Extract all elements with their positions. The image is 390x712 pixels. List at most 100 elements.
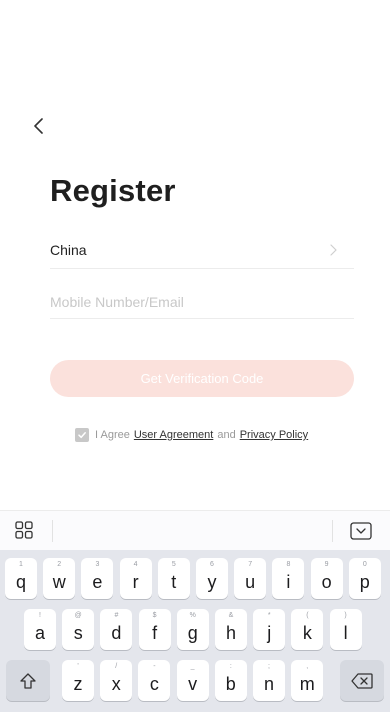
key-z[interactable]: ' z [62, 660, 94, 701]
key-label: j [267, 623, 272, 643]
key-label: o [321, 572, 332, 592]
account-field-row [50, 286, 354, 319]
key-secondary-label: 5 [171, 561, 176, 568]
key-label: v [188, 674, 198, 694]
key-secondary-label: & [228, 612, 234, 619]
agree-prefix: I Agree [95, 429, 130, 441]
key-m[interactable]: ,m [291, 660, 324, 701]
key-t[interactable]: 5t [157, 558, 190, 599]
key-y[interactable]: 6y [196, 558, 228, 599]
key-label: z [73, 674, 83, 694]
key-d[interactable]: # d [100, 609, 133, 650]
key-w[interactable]: 2w [43, 558, 76, 599]
agreement-row: I Agree User Agreement and Privacy Polic… [75, 427, 311, 443]
key-label: b [225, 674, 236, 694]
page-title: Register [50, 173, 176, 208]
key-label: f [152, 623, 158, 643]
key-secondary-label: $ [152, 612, 157, 619]
key-label: k [302, 623, 312, 643]
key-label: g [187, 623, 198, 643]
key-label: h [225, 623, 236, 643]
key-label: e [92, 572, 103, 592]
key-s[interactable]: @ s [62, 609, 95, 650]
key-p[interactable]: 0p [348, 558, 381, 599]
key-i[interactable]: 8i [272, 558, 305, 599]
key-secondary-label: 7 [248, 561, 253, 568]
key-q[interactable]: 1q [5, 558, 37, 599]
hide-keyboard-icon[interactable] [350, 522, 372, 540]
key-secondary-label: 3 [95, 561, 100, 568]
grid-icon[interactable] [14, 520, 34, 540]
key-secondary-label: 1 [19, 561, 23, 568]
toolbar-divider [332, 520, 333, 542]
key-secondary-label: ! [39, 612, 41, 619]
back-icon[interactable] [30, 114, 48, 138]
backspace-key[interactable] [340, 660, 384, 701]
key-r[interactable]: 4r [119, 558, 152, 599]
country-selector[interactable]: China [50, 236, 354, 269]
chevron-right-icon [330, 244, 337, 256]
check-icon [78, 432, 86, 439]
key-f[interactable]: $ f [138, 609, 171, 650]
key-h[interactable]: & h [215, 609, 247, 650]
key-secondary-label: # [114, 612, 119, 619]
key-c[interactable]: -c [138, 660, 171, 701]
keyboard: 1 q 2 w 3 e 4 r 5 t 6 y 7 u 8 i 9 o 0 p! a @ s # d $ f% g & h * j(k) l ' z… [0, 550, 390, 712]
key-secondary-label: % [189, 612, 196, 619]
key-secondary-label: : [229, 663, 232, 670]
key-label: x [111, 674, 121, 694]
key-label: a [34, 623, 45, 643]
key-secondary-label: ' [77, 663, 79, 670]
key-label: m [299, 674, 315, 694]
key-label: l [343, 623, 348, 643]
country-value: China [50, 242, 87, 258]
key-label: s [73, 623, 83, 643]
key-o[interactable]: 9o [310, 558, 343, 599]
key-a[interactable]: ! a [24, 609, 56, 650]
key-label: w [52, 572, 66, 592]
key-secondary-label: - [153, 663, 156, 670]
key-secondary-label: 0 [362, 561, 367, 568]
key-label: p [359, 572, 370, 592]
get-verification-code-button[interactable]: Get Verification Code [50, 360, 354, 397]
key-secondary-label: ; [268, 663, 270, 670]
key-n[interactable]: ; n [253, 660, 285, 701]
account-input[interactable] [50, 290, 354, 314]
key-secondary-label: 6 [210, 561, 214, 568]
key-e[interactable]: 3e [81, 558, 114, 599]
key-k[interactable]: (k [291, 609, 324, 650]
agree-checkbox[interactable] [75, 428, 89, 442]
key-label: u [245, 572, 256, 592]
key-secondary-label: 4 [133, 561, 138, 568]
key-secondary-label: 9 [324, 561, 329, 568]
shift-icon [20, 672, 36, 689]
key-secondary-label: ( [306, 612, 309, 619]
keyboard-toolbar [0, 510, 390, 550]
backspace-icon [351, 672, 373, 689]
key-v[interactable]: _ v [176, 660, 209, 701]
key-label: d [111, 623, 122, 643]
key-label: y [207, 572, 217, 592]
key-secondary-label: , [306, 663, 309, 670]
shift-key[interactable] [6, 660, 50, 701]
key-g[interactable]: % g [176, 609, 209, 650]
key-u[interactable]: 7u [234, 558, 267, 599]
key-secondary-label: 2 [57, 561, 62, 568]
key-secondary-label: _ [190, 663, 195, 670]
key-label: r [132, 572, 139, 592]
user-agreement-link[interactable]: User Agreement [134, 429, 213, 441]
toolbar-divider [52, 520, 53, 542]
key-label: c [149, 674, 159, 694]
key-j[interactable]: * j [253, 609, 286, 650]
agree-and: and [217, 429, 236, 441]
key-label: q [15, 572, 26, 592]
key-label: t [171, 572, 177, 592]
key-b[interactable]: :b [214, 660, 247, 701]
key-secondary-label: / [115, 663, 118, 670]
key-label: n [263, 674, 274, 694]
key-secondary-label: * [267, 612, 271, 619]
privacy-policy-link[interactable]: Privacy Policy [240, 429, 308, 441]
key-secondary-label: @ [74, 612, 82, 619]
key-l[interactable]: ) l [329, 609, 362, 650]
key-x[interactable]: / x [100, 660, 133, 701]
